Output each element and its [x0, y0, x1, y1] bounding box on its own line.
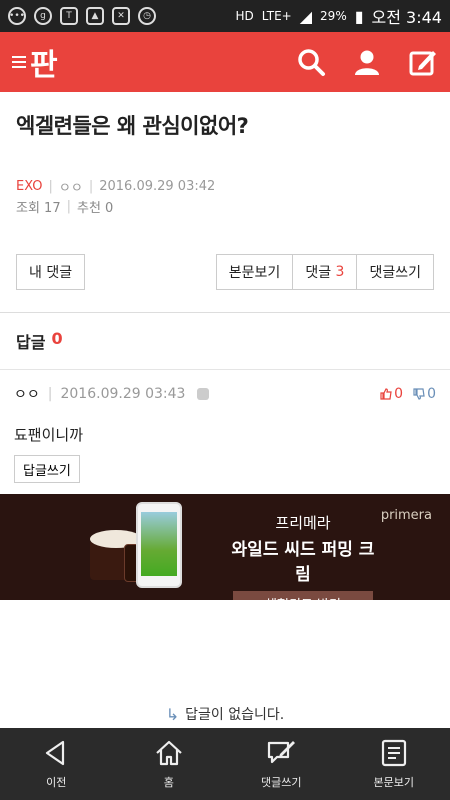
logo-text: 판: [30, 48, 58, 83]
nav-view-post[interactable]: 본문보기: [338, 728, 450, 800]
home-icon: [156, 740, 182, 766]
ellipsis-icon: •••: [8, 7, 26, 25]
reply-arrow-icon: ↳: [165, 704, 180, 724]
thumbs-down-icon: [413, 388, 425, 400]
write-reply-button[interactable]: 답글쓰기: [14, 455, 80, 483]
dislike-button[interactable]: 0: [413, 386, 436, 402]
comments-label: 댓글: [305, 265, 332, 281]
post-meta: EXO | ㅇㅇ | 2016.09.29 03:42 조회 17 | 추천 0: [0, 140, 450, 216]
nav-write-comment[interactable]: 댓글쓰기: [225, 728, 338, 800]
dislike-count: 0: [427, 386, 436, 402]
comment-actions: 본문보기 댓글 3 댓글쓰기: [215, 254, 434, 290]
bottom-nav: 이전 홈 댓글쓰기 본문보기: [0, 728, 450, 800]
post-author: ㅇㅇ: [58, 180, 83, 196]
divider: |: [47, 386, 53, 402]
comments-button[interactable]: 댓글 3: [293, 254, 358, 290]
hd-indicator: HD: [235, 9, 254, 23]
battery-icon: ▮: [354, 6, 364, 26]
compose-icon[interactable]: [408, 47, 438, 77]
divider: |: [48, 178, 53, 194]
comment-datetime: 2016.09.29 03:43: [60, 386, 186, 402]
my-comments-button[interactable]: 내 댓글: [16, 254, 86, 290]
empty-replies: ↳ 답글이 없습니다.: [0, 704, 450, 724]
document-icon: [381, 739, 406, 767]
status-bar: ••• g T ▲ ✕ ◷ HD LTE+ ◢ 29% ▮ 오전 3:44: [0, 0, 450, 32]
mute-icon: ✕: [112, 7, 130, 25]
replies-label: 답글: [16, 333, 46, 352]
nav-home-label: 홈: [163, 776, 174, 789]
like-count: 0: [394, 386, 404, 402]
view-post-button[interactable]: 본문보기: [215, 254, 294, 290]
user-icon[interactable]: [352, 47, 382, 77]
nav-home[interactable]: 홈: [113, 728, 226, 800]
write-comment-icon: [268, 741, 296, 764]
like-button[interactable]: 0: [380, 386, 403, 402]
post-category[interactable]: EXO: [16, 179, 43, 194]
image-icon: ▲: [86, 7, 104, 25]
ad-cta-button[interactable]: 체험키트 받기: [233, 591, 373, 600]
ad-line1: 프리메라: [275, 514, 331, 532]
post-title: 엑겔련들은 왜 관심이없어?: [16, 114, 249, 138]
replies-count: 0: [51, 329, 63, 348]
battery-level: 29%: [320, 9, 347, 23]
lock-icon: [197, 388, 210, 400]
app-bar: 판: [0, 32, 450, 92]
talk-icon: T: [60, 7, 78, 25]
search-icon[interactable]: [296, 47, 326, 77]
alarm-icon: ◷: [138, 7, 156, 25]
divider: |: [66, 198, 71, 214]
replies-header: 답글 0: [0, 313, 450, 369]
nav-back-label: 이전: [46, 776, 67, 789]
back-icon: [46, 740, 65, 766]
ad-copy: 프리메라 와일드 씨드 퍼밍 크림 체험키트 받기: [228, 512, 378, 600]
ad-line2: 와일드 씨드 퍼밍 크림: [231, 540, 375, 585]
post-datetime: 2016.09.29 03:42: [99, 178, 216, 194]
post-recommend: 추천 0: [77, 200, 114, 216]
thumbs-up-icon: [380, 388, 392, 400]
signal-icon: ◢: [299, 6, 313, 26]
post-views: 조회 17: [16, 200, 61, 216]
clock: 오전 3:44: [371, 8, 442, 27]
comments-count: 3: [335, 264, 345, 280]
g-icon: g: [34, 7, 52, 25]
comment-author: ㅇㅇ: [14, 387, 40, 403]
network-indicator: LTE+: [261, 9, 292, 23]
phone-image: [136, 502, 182, 588]
menu-icon[interactable]: [12, 56, 26, 68]
app-logo[interactable]: 판: [12, 40, 58, 84]
write-comment-button[interactable]: 댓글쓰기: [357, 254, 434, 290]
empty-replies-text: 답글이 없습니다.: [185, 707, 285, 723]
comment-body: 됴팬이니까: [14, 426, 84, 444]
ad-image: [0, 494, 220, 600]
nav-view-label: 본문보기: [373, 776, 414, 789]
nav-write-label: 댓글쓰기: [261, 776, 302, 789]
comment-item: ㅇㅇ | 2016.09.29 03:43 0 0 됴팬이니까 답글쓰기: [0, 370, 450, 483]
nav-back[interactable]: 이전: [0, 728, 113, 800]
ad-brand: primera: [380, 508, 432, 523]
ad-banner[interactable]: 프리메라 와일드 씨드 퍼밍 크림 체험키트 받기 primera: [0, 494, 450, 600]
divider: |: [88, 178, 94, 194]
